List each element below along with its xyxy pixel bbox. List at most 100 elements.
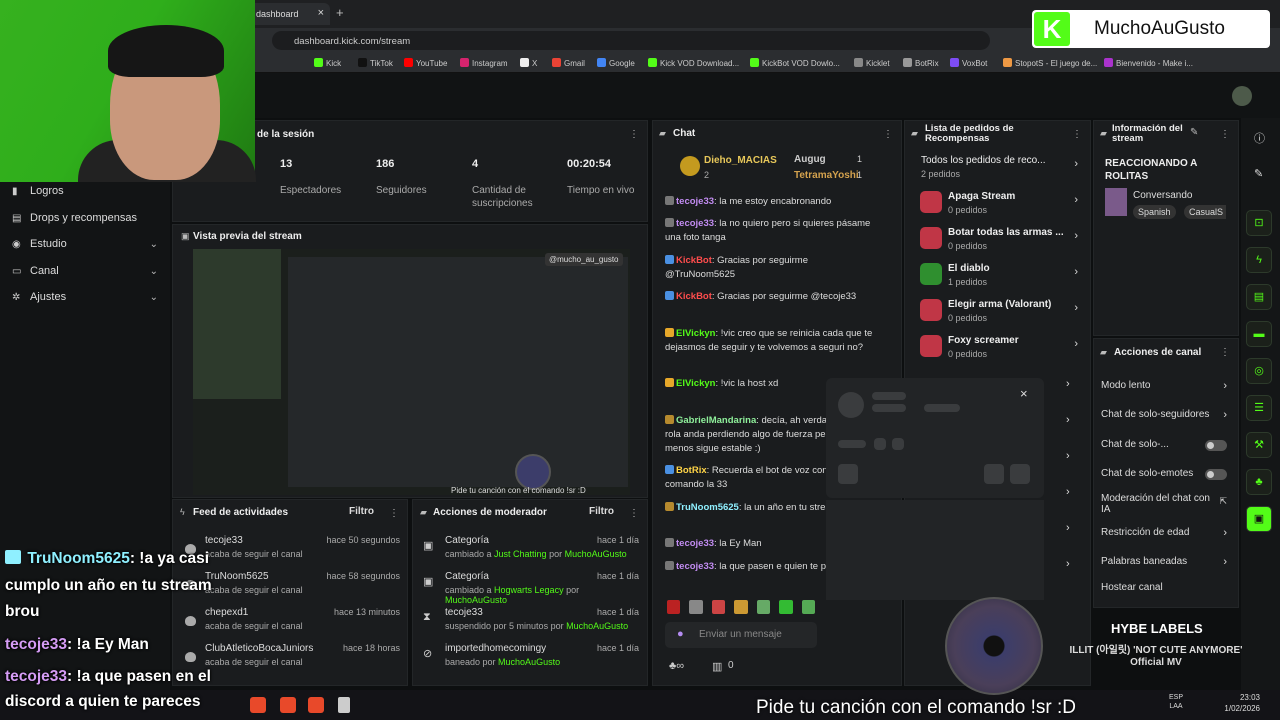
trophy-icon: ▮ [12, 186, 18, 197]
action-banned-words[interactable]: Palabras baneadas › [1101, 556, 1227, 568]
rail-layout-icon[interactable]: ☰ [1246, 395, 1272, 421]
bookmark-youtube[interactable]: YouTube [404, 58, 447, 68]
more-icon[interactable]: ⋮ [389, 508, 399, 519]
action-emotes-only[interactable]: Chat de solo-emotes [1101, 468, 1227, 480]
more-icon[interactable]: ⋮ [1220, 347, 1230, 358]
sidebar-item-canal[interactable]: ▭ Canal ⌄ [12, 265, 158, 277]
edit-icon[interactable]: ✎ [1254, 167, 1263, 180]
more-icon[interactable]: ⋮ [1220, 129, 1230, 140]
bookmark-gmail[interactable]: Gmail [552, 58, 585, 68]
sidebar-item-estudio[interactable]: ◉ Estudio ⌄ [12, 238, 158, 250]
reward-icon [920, 191, 942, 213]
sidebar-item-ajustes[interactable]: ✲ Ajustes ⌄ [12, 291, 158, 303]
sidebar-item-drops[interactable]: ▤ Drops y recompensas [12, 212, 137, 224]
new-tab-icon[interactable]: + [336, 5, 344, 20]
more-icon[interactable]: ⋮ [883, 129, 893, 140]
tag[interactable]: Spanish [1133, 205, 1176, 219]
bookmark-makeit[interactable]: Bienvenido - Make i... [1104, 58, 1193, 68]
rail-clipboard-icon[interactable]: ▤ [1246, 284, 1272, 310]
bookmark-google[interactable]: Google [597, 58, 635, 68]
rail-scene-icon[interactable]: ⊡ [1246, 210, 1272, 236]
more-icon[interactable]: ⋮ [629, 129, 639, 140]
taskbar-app-icon[interactable] [250, 697, 266, 713]
preview-cam [193, 249, 281, 399]
mod-actions-title: Acciones de moderador [433, 507, 547, 518]
preview-screen [288, 257, 628, 487]
reward-item[interactable]: Elegir arma (Valorant) 0 pedidos › [918, 297, 1088, 331]
bookmark-kickbot-vod[interactable]: KickBot VOD Dowlo... [750, 58, 840, 68]
close-icon[interactable]: × [1020, 386, 1028, 401]
top-gifter-badge [680, 156, 700, 176]
action-ai-moderation[interactable]: Moderación del chat con IA ⇱ [1101, 493, 1227, 515]
avatar[interactable] [1232, 86, 1252, 106]
rail-broadcast-icon[interactable]: ◎ [1246, 358, 1272, 384]
chat-input[interactable]: ● Enviar un mensaje [665, 622, 817, 648]
taskbar-time[interactable]: 23:03 [1220, 693, 1260, 702]
bookmark-kick-vod[interactable]: Kick VOD Download... [648, 58, 739, 68]
browser-tab[interactable]: dashboard × [248, 3, 330, 25]
emotes-only-toggle[interactable] [1205, 469, 1227, 480]
rail-app-icon[interactable]: ▣ [1246, 506, 1272, 532]
action-slow-mode[interactable]: Modo lento › [1101, 380, 1227, 392]
more-icon[interactable]: ⋮ [1072, 129, 1082, 140]
second-gifter-name[interactable]: Augug [794, 154, 826, 165]
feed-filter-button[interactable]: Filtro [349, 506, 374, 517]
taskbar-app-icon[interactable] [308, 697, 324, 713]
rail-lightning-icon[interactable]: ϟ [1246, 247, 1272, 273]
taskbar-language[interactable]: ESP LAA [1166, 693, 1186, 711]
bookmark-instagram[interactable]: Instagram [460, 58, 508, 68]
info-icon[interactable]: ⓘ [1254, 130, 1265, 146]
taskbar-app-icon[interactable] [280, 697, 296, 713]
mod-filter-button[interactable]: Filtro [589, 506, 614, 517]
action-age-restriction[interactable]: Restricción de edad › [1101, 527, 1227, 539]
top-gifter-name[interactable]: Dieho_MACIAS [704, 155, 777, 166]
rail-chat-icon[interactable]: ▬ [1246, 321, 1272, 347]
info-icon: ▰ [1100, 128, 1107, 138]
microphone-icon[interactable]: ● [677, 628, 684, 640]
action-host-channel[interactable]: Hostear canal [1101, 582, 1227, 593]
category-thumbnail [1105, 188, 1127, 216]
category-icon: ▣ [423, 540, 434, 552]
chevron-right-icon: › [1074, 158, 1078, 170]
chevron-right-icon: › [1066, 378, 1070, 390]
reward-item[interactable]: Botar todas las armas ... 0 pedidos › [918, 225, 1088, 259]
chat-message: KickBot: Gracias por seguirme @tecoje33 [665, 290, 873, 304]
bookmark-stopots[interactable]: StopotS - El juego de... [1003, 58, 1097, 68]
reward-item[interactable]: El diablo 1 pedidos › [918, 261, 1088, 295]
chevron-right-icon: › [1066, 558, 1070, 570]
chat-title: Chat [673, 128, 696, 139]
reward-item[interactable]: Foxy screamer 0 pedidos › [918, 333, 1088, 367]
preview-handle: @mucho_au_gusto [545, 253, 623, 266]
bookmark-botrix[interactable]: BotRix [903, 58, 939, 68]
taskbar-file-icon[interactable] [338, 697, 350, 713]
rail-wrench-icon[interactable]: ⚒ [1246, 432, 1272, 458]
more-icon[interactable]: ⋮ [629, 508, 639, 519]
bookmark-kick[interactable]: Kick [314, 58, 341, 68]
action-subs-only[interactable]: Chat de solo-... [1101, 439, 1227, 451]
reward-item[interactable]: Apaga Stream 0 pedidos › [918, 189, 1088, 223]
heart-icon [185, 652, 196, 662]
channel-actions-title: Acciones de canal [1114, 347, 1202, 358]
bookmark-voxbot[interactable]: VoxBot [950, 58, 987, 68]
overlay-chat-line: tecoje33: !a Ey Man [5, 636, 149, 653]
edit-icon[interactable]: ✎ [1190, 127, 1198, 138]
rail-users-icon[interactable]: ♣ [1246, 469, 1272, 495]
close-tab-icon[interactable]: × [318, 7, 324, 19]
bookmark-kicklet[interactable]: Kicklet [854, 58, 890, 68]
third-gifter-name[interactable]: TetramaYoshi [794, 170, 859, 181]
subs-only-toggle[interactable] [1205, 440, 1227, 451]
stream-preview[interactable]: @mucho_au_gusto Pide tu canción con el c… [193, 249, 630, 495]
address-bar[interactable]: dashboard.kick.com/stream [272, 31, 990, 50]
rewards-icon: ▰ [911, 128, 918, 138]
tag[interactable]: CasualS [1184, 205, 1226, 219]
users-icon[interactable]: ♣∞ [669, 660, 684, 672]
rewards-all[interactable]: Todos los pedidos de reco... 2 pedidos › [918, 153, 1088, 187]
taskbar-date[interactable]: 1/02/2026 [1212, 704, 1260, 713]
chat-message: tecoje33: la me estoy encabronando [665, 195, 873, 209]
action-followers-only[interactable]: Chat de solo-seguidores › [1101, 409, 1227, 421]
sidebar-item-logros[interactable]: ▮ Logros [12, 185, 64, 197]
activity-feed-title: Feed de actividades [193, 507, 289, 518]
bookmark-tiktok[interactable]: TikTok [358, 58, 393, 68]
bookmark-x[interactable]: X [520, 58, 537, 68]
gift-icon[interactable]: ▥ [712, 660, 722, 673]
